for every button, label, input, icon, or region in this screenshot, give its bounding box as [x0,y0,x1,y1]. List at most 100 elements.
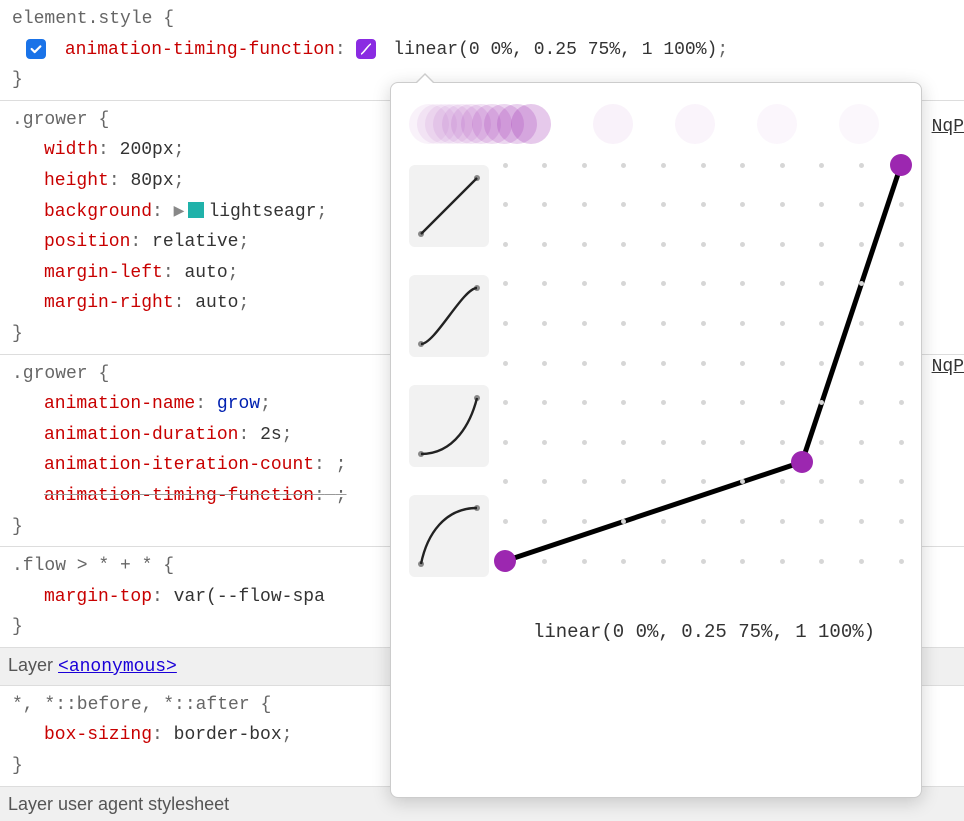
property-name[interactable]: margin-right [44,293,174,313]
selector[interactable]: .flow > * + * [12,556,152,576]
grid-dot [859,361,864,366]
grid-dot [899,400,904,405]
property-name[interactable]: margin-left [44,263,163,283]
grid-dot [542,440,547,445]
property-name[interactable]: position [44,232,130,252]
enable-declaration-checkbox[interactable] [26,39,46,59]
property-value[interactable]: 200px [120,140,174,160]
property-name[interactable]: box-sizing [44,725,152,745]
property-value[interactable]: auto [184,263,227,283]
preview-dot [757,104,797,144]
grid-dot [661,559,666,564]
declaration[interactable]: animation-timing-function: linear(0 0%, … [12,35,956,66]
preset-ease-in[interactable] [409,385,489,467]
grid-dot [859,321,864,326]
preset-column [409,165,489,643]
grid-dot [899,519,904,524]
property-value[interactable]: linear(0 0%, 0.25 75%, 1 100%) [393,40,717,60]
source-link[interactable]: NqP [932,112,964,143]
grid-dot [503,321,508,326]
grid-dot [780,440,785,445]
property-name[interactable]: animation-timing-function [65,40,335,60]
property-value[interactable]: var(--flow-spa [174,587,325,607]
easing-value-text: linear(0 0%, 0.25 75%, 1 100%) [505,621,903,643]
easing-swatch-icon[interactable] [356,39,376,59]
grid-dot [780,163,785,168]
curve-handle[interactable] [890,154,912,176]
selector[interactable]: *, *::before, *::after [12,695,250,715]
grid-dot [503,440,508,445]
grid-dot [582,440,587,445]
grid-dot [899,202,904,207]
grid-dot [701,163,706,168]
grid-dot [503,400,508,405]
color-swatch-icon[interactable] [188,202,204,218]
property-name[interactable]: animation-iteration-count [44,455,314,475]
property-name[interactable]: animation-duration [44,425,238,445]
selector[interactable]: .grower [12,110,88,130]
grid-dot [621,163,626,168]
grid-dot [859,202,864,207]
expand-icon[interactable]: ▶ [174,201,185,225]
grid-dot [582,242,587,247]
property-value[interactable]: 80px [130,171,173,191]
grid-dot [859,559,864,564]
property-value[interactable]: grow [217,394,260,414]
grid-dot [899,321,904,326]
grid-dot [503,519,508,524]
grid-dot [503,202,508,207]
curve-handle[interactable] [494,550,516,572]
property-value[interactable]: relative [152,232,238,252]
grid-dot [701,281,706,286]
preset-linear[interactable] [409,165,489,247]
grid-dot [701,440,706,445]
property-name[interactable]: animation-name [44,394,195,414]
grid-dot [859,242,864,247]
preset-ease-out[interactable] [409,495,489,577]
grid-dot [542,519,547,524]
preset-ease-in-out[interactable] [409,275,489,357]
grid-dot [819,559,824,564]
grid-dot [503,281,508,286]
grid-dot [542,361,547,366]
property-value[interactable]: border-box [174,725,282,745]
grid-dot [780,242,785,247]
property-name[interactable]: height [44,171,109,191]
grid-dot [899,559,904,564]
property-value[interactable]: 2s [260,425,282,445]
property-value[interactable]: lightseagr [208,202,316,222]
property-name[interactable]: animation-timing-function [44,486,314,506]
property-name[interactable]: margin-top [44,587,152,607]
grid-dot [542,559,547,564]
property-name[interactable]: width [44,140,98,160]
grid-dot [780,559,785,564]
grid-dot [582,321,587,326]
grid-dot [859,519,864,524]
curve-editor[interactable]: linear(0 0%, 0.25 75%, 1 100%) [505,165,903,643]
grid-dot [780,400,785,405]
grid-dot [503,242,508,247]
grid-dot [542,163,547,168]
grid-dot [701,479,706,484]
grid-dot [701,400,706,405]
preview-dot [511,104,551,144]
layer-link[interactable]: <anonymous> [58,657,177,677]
curve-handle[interactable] [791,451,813,473]
property-value[interactable]: auto [195,293,238,313]
grid-dot [819,361,824,366]
selector[interactable]: element.style [12,9,152,29]
preview-dot [839,104,879,144]
grid-dot [740,361,745,366]
grid-dot [503,361,508,366]
grid-dot [859,440,864,445]
grid-dot [621,361,626,366]
grid-dot [701,202,706,207]
property-name[interactable]: background [44,202,152,222]
grid-dot [661,321,666,326]
grid-dot [661,242,666,247]
grid-dot [740,242,745,247]
selector[interactable]: .grower [12,364,88,384]
source-link[interactable]: NqP [932,352,964,383]
grid-dot [740,519,745,524]
grid-dot [740,163,745,168]
